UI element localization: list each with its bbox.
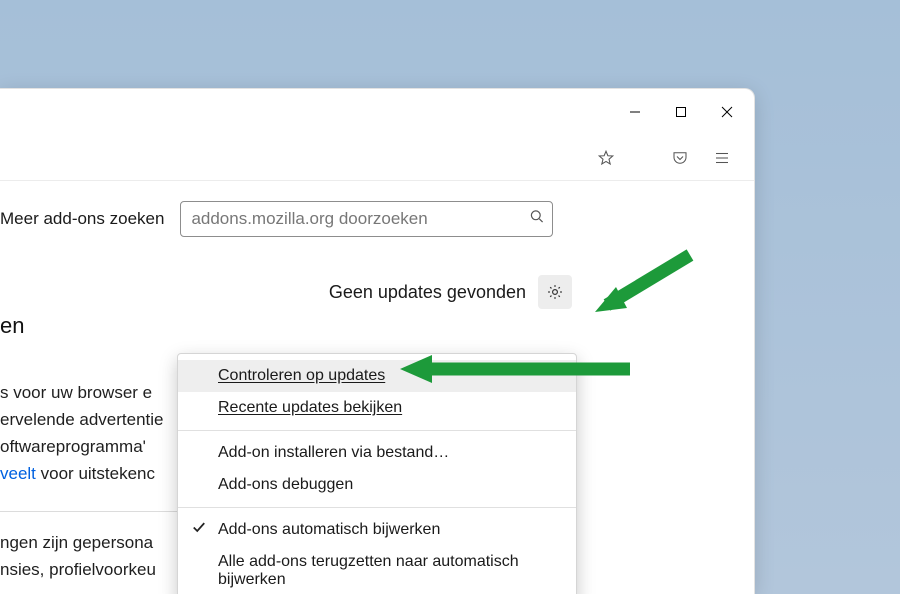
close-icon [721, 106, 733, 118]
body-text-fragment-2: ngen zijn gepersona nsies, profielvoorke… [0, 529, 156, 583]
search-row: Meer add-ons zoeken [0, 201, 736, 237]
heading-fragment: en [0, 313, 24, 339]
window-titlebar [0, 89, 754, 135]
hamburger-icon [713, 149, 731, 167]
bookmark-star-button[interactable] [588, 141, 624, 175]
app-menu-button[interactable] [704, 141, 740, 175]
menu-separator [178, 430, 576, 431]
maximize-button[interactable] [658, 92, 704, 132]
browser-window: Meer add-ons zoeken en Geen updates gevo… [0, 88, 755, 594]
gear-dropdown-menu: Controleren op updates Recente updates b… [177, 353, 577, 594]
menu-item-install-from-file[interactable]: Add-on installeren via bestand… [178, 437, 576, 469]
menu-item-auto-update[interactable]: Add-ons automatisch bijwerken [178, 514, 576, 546]
menu-item-recent-updates[interactable]: Recente updates bekijken [178, 392, 576, 424]
search-box [180, 201, 553, 237]
close-button[interactable] [704, 92, 750, 132]
settings-gear-button[interactable] [538, 275, 572, 309]
menu-item-debug-addons[interactable]: Add-ons debuggen [178, 469, 576, 501]
gear-icon [546, 283, 564, 301]
minimize-icon [629, 106, 641, 118]
updates-status-text: Geen updates gevonden [329, 282, 526, 303]
addons-content: Meer add-ons zoeken en Geen updates gevo… [0, 181, 754, 309]
star-icon [597, 149, 615, 167]
browser-toolbar [0, 135, 754, 181]
check-icon [192, 521, 206, 540]
recommend-link-fragment[interactable]: veelt [0, 464, 36, 483]
updates-row: Geen updates gevonden [0, 275, 736, 309]
section-divider [0, 511, 190, 512]
search-label: Meer add-ons zoeken [0, 209, 164, 229]
minimize-button[interactable] [612, 92, 658, 132]
menu-item-check-updates[interactable]: Controleren op updates [178, 360, 576, 392]
search-input[interactable] [180, 201, 553, 237]
menu-separator [178, 507, 576, 508]
pocket-button[interactable] [662, 141, 698, 175]
body-text-fragment-1: s voor uw browser e ervelende advertenti… [0, 379, 200, 487]
menu-item-reset-auto[interactable]: Alle add-ons terugzetten naar automatisc… [178, 546, 576, 594]
pocket-icon [671, 149, 689, 167]
maximize-icon [675, 106, 687, 118]
